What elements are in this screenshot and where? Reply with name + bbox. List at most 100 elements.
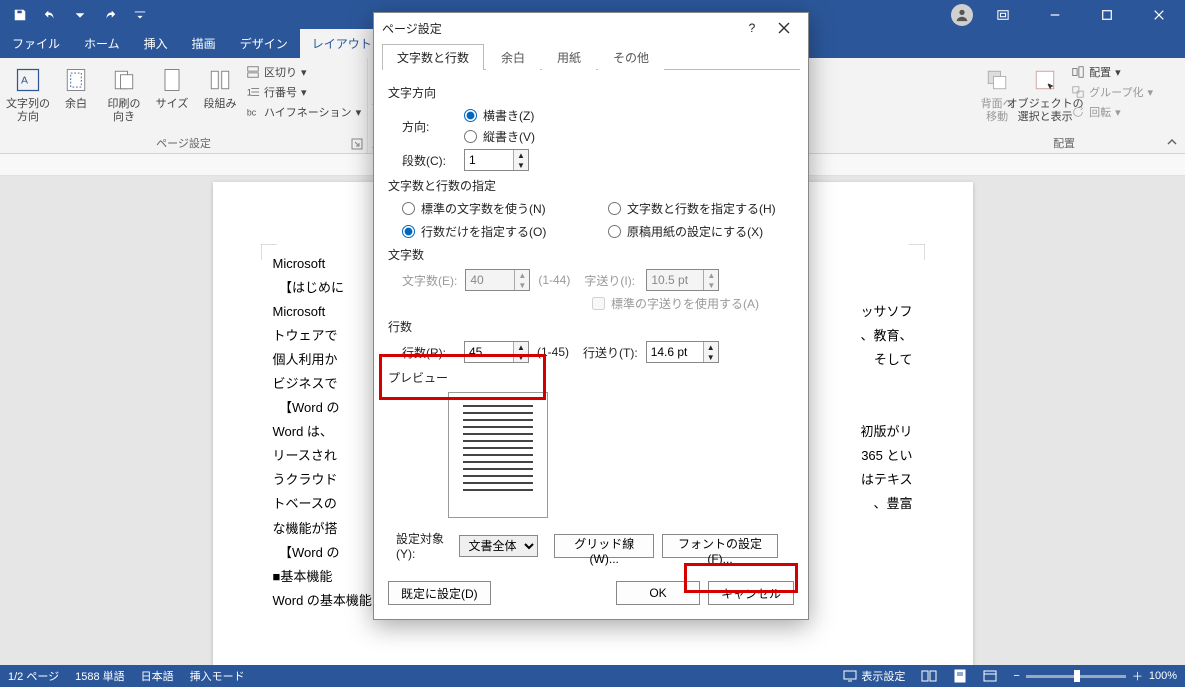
qat-undo[interactable]: [36, 2, 64, 28]
spin-line-pitch[interactable]: ▲▼: [646, 341, 719, 363]
minimize-icon: [1049, 9, 1061, 21]
btn-align[interactable]: 配置 ▾: [1071, 64, 1153, 80]
display-settings[interactable]: 表示設定: [843, 668, 905, 684]
page-setup-dialog: ページ設定 ? 文字数と行数 余白 用紙 その他 文字方向 方向: 横書き(Z)…: [373, 12, 809, 620]
tab-file[interactable]: ファイル: [0, 29, 72, 58]
qat-save[interactable]: [6, 2, 34, 28]
btn-selection-pane[interactable]: オブジェクトの 選択と表示: [1023, 64, 1067, 124]
display-icon: [843, 669, 857, 683]
radio-horizontal[interactable]: 横書き(Z): [464, 107, 535, 124]
close-icon: [778, 22, 790, 34]
redo-icon: [103, 8, 117, 22]
btn-size[interactable]: サイズ: [150, 64, 194, 111]
hyphenation-icon: bc: [246, 105, 260, 119]
zoom-level[interactable]: 100%: [1149, 670, 1177, 682]
lbl-apply-to: 設定対象(Y):: [396, 530, 451, 561]
zoom-in[interactable]: ＋: [1132, 668, 1143, 684]
collapse-ribbon-icon[interactable]: [1165, 135, 1179, 149]
dlg-tab-other[interactable]: その他: [598, 44, 664, 70]
spin-lines[interactable]: ▲▼: [464, 341, 529, 363]
window-minimize[interactable]: [1033, 0, 1077, 30]
status-language[interactable]: 日本語: [141, 668, 174, 684]
btn-set-default[interactable]: 既定に設定(D): [388, 581, 491, 605]
btn-margins[interactable]: 余白: [54, 64, 98, 111]
btn-hyphenation[interactable]: bcハイフネーション ▾: [246, 104, 361, 120]
section-spec: 文字数と行数の指定: [388, 177, 794, 194]
window-close[interactable]: [1137, 0, 1181, 30]
section-preview: プレビュー: [388, 369, 794, 386]
tab-draw[interactable]: 描画: [180, 29, 228, 58]
tab-layout[interactable]: レイアウト: [300, 29, 384, 58]
label: 段組み: [204, 98, 237, 111]
view-web-layout[interactable]: [983, 669, 997, 683]
btn-rotate[interactable]: 回転 ▾: [1071, 104, 1153, 120]
btn-line-numbers[interactable]: 1行番号 ▾: [246, 84, 361, 100]
label: サイズ: [156, 98, 189, 111]
btn-grid-lines[interactable]: グリッド線(W)...: [554, 534, 654, 558]
chevron-down-icon: [73, 8, 87, 22]
spin-char-pitch: ▲▼: [646, 269, 719, 291]
radio-genkou[interactable]: 原稿用紙の設定にする(X): [608, 223, 794, 240]
btn-orientation[interactable]: 印刷の 向き: [102, 64, 146, 124]
send-backward-icon: [983, 66, 1011, 94]
lbl-columns: 段数(C):: [402, 152, 456, 169]
svg-text:A: A: [21, 75, 28, 87]
btn-font-settings[interactable]: フォントの設定(F)...: [662, 534, 778, 558]
tab-insert[interactable]: 挿入: [132, 29, 180, 58]
margins-icon: [62, 66, 90, 94]
dlg-tab-paper[interactable]: 用紙: [542, 44, 596, 70]
btn-columns[interactable]: 段組み: [198, 64, 242, 111]
status-page[interactable]: 1/2 ページ: [8, 668, 59, 684]
radio-std-chars[interactable]: 標準の文字数を使う(N): [402, 200, 588, 217]
view-print-layout[interactable]: [953, 669, 967, 683]
line-numbers-icon: 1: [246, 85, 260, 99]
radio-lines-only[interactable]: 行数だけを指定する(O): [402, 223, 588, 240]
btn-breaks[interactable]: 区切り ▾: [246, 64, 361, 80]
maximize-icon: [1101, 9, 1113, 21]
window-maximize[interactable]: [1085, 0, 1129, 30]
tab-design[interactable]: デザイン: [228, 29, 300, 58]
lbl-chars: 文字数(E):: [402, 272, 457, 289]
dialog-close[interactable]: [768, 14, 800, 42]
svg-text:bc: bc: [247, 108, 257, 118]
dlg-tab-chars-lines[interactable]: 文字数と行数: [382, 44, 484, 70]
btn-cancel[interactable]: キャンセル: [708, 581, 794, 605]
btn-text-direction[interactable]: A 文字列の 方向: [6, 64, 50, 124]
zoom-out[interactable]: −: [1013, 670, 1019, 682]
btn-group[interactable]: グループ化 ▾: [1071, 84, 1153, 100]
orientation-icon: [110, 66, 138, 94]
group-icon: [1071, 85, 1085, 99]
lbl-line-pitch: 行送り(T):: [583, 344, 638, 361]
radio-chars-lines[interactable]: 文字数と行数を指定する(H): [608, 200, 794, 217]
rotate-icon: [1071, 105, 1085, 119]
range-lines: (1-45): [537, 345, 569, 359]
user-icon: [955, 8, 969, 22]
spin-columns[interactable]: ▲▼: [464, 149, 529, 171]
tab-home[interactable]: ホーム: [72, 29, 132, 58]
radio-vertical[interactable]: 縦書き(V): [464, 128, 535, 145]
zoom-slider[interactable]: [1026, 675, 1126, 678]
ribbon-display-options[interactable]: [981, 0, 1025, 30]
qat-undo-menu[interactable]: [66, 2, 94, 28]
undo-icon: [43, 8, 57, 22]
range-chars: (1-44): [538, 273, 570, 287]
group-arrange-label: 配置: [975, 135, 1153, 153]
close-icon: [1153, 9, 1165, 21]
section-lines: 行数: [388, 318, 794, 335]
view-read-mode[interactable]: [921, 669, 937, 683]
qat-customize[interactable]: [126, 2, 154, 28]
text-direction-icon: A: [14, 66, 42, 94]
dialog-help[interactable]: ?: [736, 14, 768, 42]
status-insert-mode[interactable]: 挿入モード: [190, 668, 245, 684]
statusbar: 1/2 ページ 1588 単語 日本語 挿入モード 表示設定 − ＋ 100%: [0, 665, 1185, 687]
dlg-tab-margins[interactable]: 余白: [486, 44, 540, 70]
page-setup-dialog-launcher[interactable]: [351, 138, 363, 150]
select-apply-to[interactable]: 文書全体: [459, 535, 538, 557]
status-words[interactable]: 1588 単語: [75, 668, 125, 684]
user-avatar[interactable]: [951, 4, 973, 26]
lbl-direction: 方向:: [402, 118, 456, 135]
lbl-lines: 行数(R):: [402, 344, 456, 361]
qat-redo[interactable]: [96, 2, 124, 28]
spin-chars: ▲▼: [465, 269, 530, 291]
btn-ok[interactable]: OK: [616, 581, 700, 605]
